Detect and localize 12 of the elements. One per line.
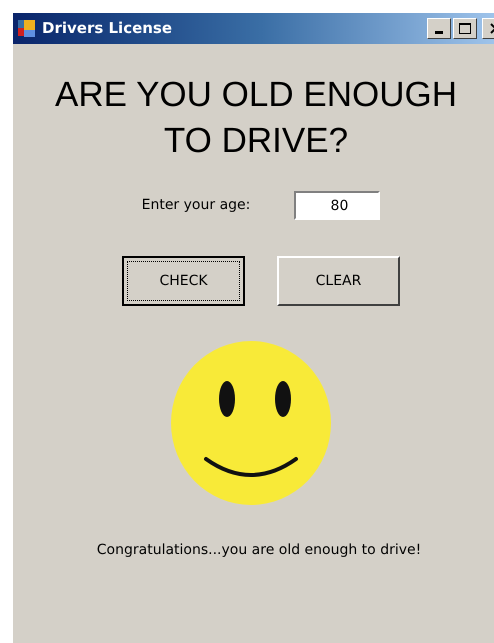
app-icon: [17, 18, 37, 38]
age-input-field[interactable]: 80: [294, 191, 380, 220]
minimize-icon: [435, 31, 443, 34]
action-button[interactable]: CHECK: [122, 256, 245, 306]
age-label: Enter your age:: [142, 196, 250, 215]
maximize-icon: [459, 23, 471, 34]
minimize-button[interactable]: [427, 18, 451, 39]
heading: ARE YOU OLD ENOUGH TO DRIVE?: [55, 74, 457, 162]
maximize-button[interactable]: [453, 18, 477, 39]
window-title: Drivers License: [42, 18, 172, 40]
result-message: Congratulations...you are old enough to drive!: [96, 541, 422, 560]
action-button[interactable]: CLEAR: [277, 256, 400, 306]
